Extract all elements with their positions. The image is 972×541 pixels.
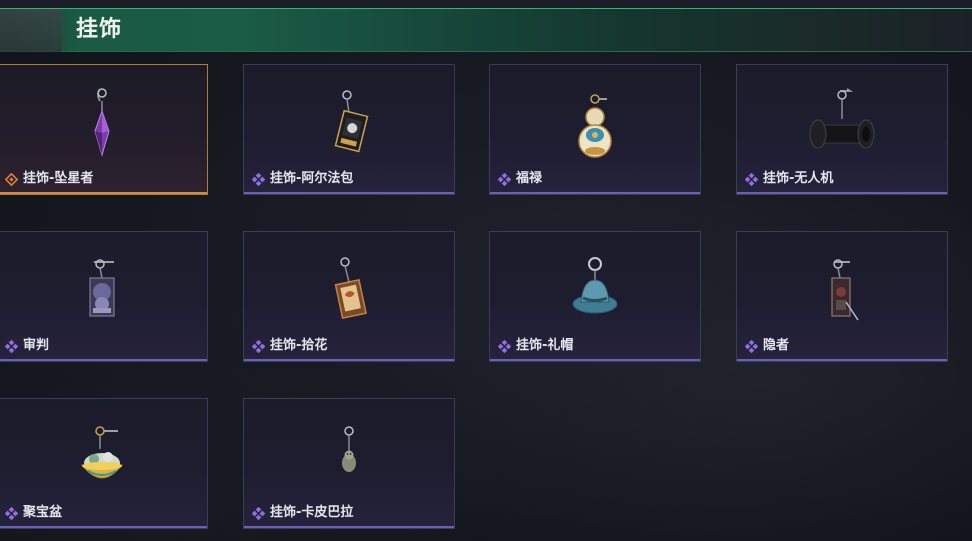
- section-header: 挂饰: [0, 8, 972, 52]
- item-name: 挂饰-阿尔法包: [270, 171, 354, 186]
- crystal-pendant-icon: [62, 85, 142, 165]
- item-name: 聚宝盆: [23, 505, 63, 520]
- item-card-flower[interactable]: 挂饰-拾花: [243, 231, 455, 362]
- item-name: 挂饰-卡皮巴拉: [270, 505, 354, 520]
- flower-card-charm-icon: [309, 252, 389, 332]
- drone-charm-icon: [802, 85, 882, 165]
- item-name: 挂饰-坠星者: [23, 171, 94, 186]
- item-card-capybara[interactable]: 挂饰-卡皮巴拉: [243, 398, 455, 529]
- item-card-drone[interactable]: 挂饰-无人机: [736, 64, 948, 195]
- capybara-charm-icon: [309, 419, 389, 499]
- item-card-judgement[interactable]: 审判: [0, 231, 208, 362]
- item-card-top-hat[interactable]: 挂饰-礼帽: [489, 231, 701, 362]
- rarity-orange-icon: [5, 172, 18, 186]
- item-name: 挂饰-礼帽: [516, 338, 574, 353]
- charm-inventory-screen: 挂饰 挂饰-坠星者 挂饰-阿尔法包 福禄 挂饰-无人机 审判 挂饰-拾花 挂饰-…: [0, 0, 972, 541]
- item-name: 挂饰-拾花: [270, 338, 328, 353]
- treasure-bowl-charm-icon: [62, 419, 142, 499]
- hermit-card-charm-icon: [802, 252, 882, 332]
- rarity-purple-icon: [5, 506, 18, 520]
- item-card-star-faller[interactable]: 挂饰-坠星者: [0, 64, 208, 195]
- card-pack-charm-icon: [309, 85, 389, 165]
- top-strip: [0, 0, 972, 8]
- item-name: 隐者: [763, 338, 790, 353]
- rarity-purple-icon: [745, 172, 758, 186]
- rarity-purple-icon: [252, 172, 265, 186]
- item-name: 挂饰-无人机: [763, 171, 834, 186]
- rarity-purple-icon: [498, 172, 511, 186]
- page-title: 挂饰: [76, 17, 123, 42]
- rarity-purple-icon: [745, 339, 758, 353]
- item-card-alpha-pack[interactable]: 挂饰-阿尔法包: [243, 64, 455, 195]
- judgement-card-charm-icon: [62, 252, 142, 332]
- item-card-fulu[interactable]: 福禄: [489, 64, 701, 195]
- rarity-purple-icon: [5, 339, 18, 353]
- item-name: 审判: [23, 338, 50, 353]
- rarity-purple-icon: [252, 506, 265, 520]
- header-left-tab[interactable]: [0, 9, 62, 52]
- gourd-charm-icon: [555, 85, 635, 165]
- item-card-hermit[interactable]: 隐者: [736, 231, 948, 362]
- rarity-purple-icon: [498, 339, 511, 353]
- top-hat-charm-icon: [555, 252, 635, 332]
- item-name: 福禄: [516, 171, 543, 186]
- item-card-treasure-bowl[interactable]: 聚宝盆: [0, 398, 208, 529]
- rarity-purple-icon: [252, 339, 265, 353]
